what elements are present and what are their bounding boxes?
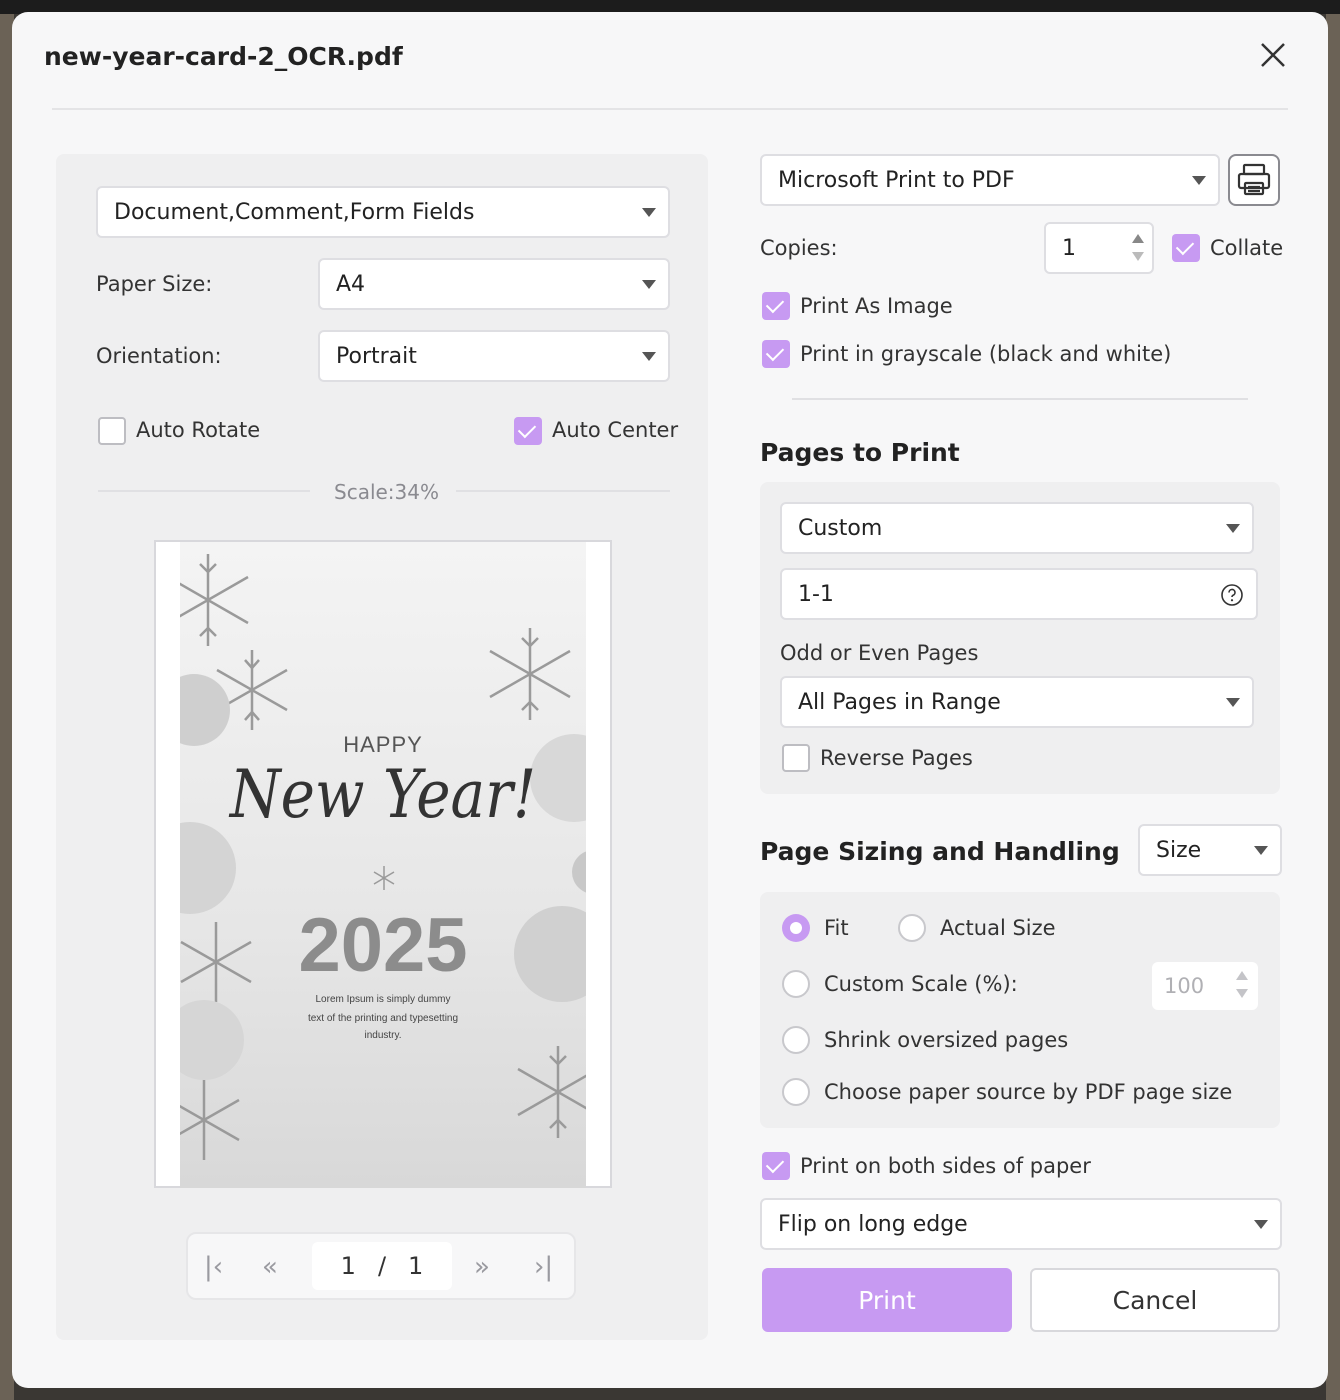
first-page-icon[interactable]: |‹	[204, 1252, 223, 1282]
chevron-down-icon	[1226, 524, 1240, 533]
actual-size-radio[interactable]	[898, 914, 926, 942]
orientation-value: Portrait	[336, 343, 417, 369]
next-page-icon[interactable]: »	[474, 1252, 490, 1282]
shrink-label: Shrink oversized pages	[824, 1028, 1069, 1052]
print-as-image-label: Print As Image	[800, 294, 953, 318]
cancel-button[interactable]: Cancel	[1030, 1268, 1280, 1332]
paper-size-label: Paper Size:	[96, 272, 213, 296]
page-range-input[interactable]: 1-1	[780, 568, 1258, 620]
printer-icon	[1237, 163, 1271, 196]
paper-source-radio[interactable]	[782, 1078, 810, 1106]
custom-scale-label: Custom Scale (%):	[824, 972, 1018, 996]
last-page-icon[interactable]: ›|	[534, 1252, 553, 1282]
page-navigator: |‹ « 1 / 1 » ›|	[186, 1232, 576, 1300]
page-number-input[interactable]: 1 / 1	[312, 1242, 452, 1290]
orientation-label: Orientation:	[96, 344, 222, 368]
printer-properties-button[interactable]	[1228, 154, 1280, 206]
window-backdrop-right	[1326, 14, 1340, 1400]
card-year-text: 2025	[298, 903, 468, 988]
scale-label: Scale:34%	[334, 480, 439, 504]
page-range-value: 1-1	[798, 581, 834, 607]
page-sizing-heading: Page Sizing and Handling	[760, 837, 1120, 866]
actual-size-label: Actual Size	[940, 916, 1056, 940]
options-divider	[792, 398, 1248, 400]
print-as-image-checkbox[interactable]	[762, 292, 790, 320]
chevron-down-icon	[1254, 846, 1268, 855]
auto-center-label: Auto Center	[552, 418, 679, 442]
sizing-mode-select[interactable]: Size	[1138, 824, 1282, 876]
paper-size-select[interactable]: A4	[318, 258, 670, 310]
close-icon[interactable]	[1256, 38, 1290, 72]
custom-scale-radio[interactable]	[782, 970, 810, 998]
duplex-label: Print on both sides of paper	[800, 1154, 1091, 1178]
duplex-checkbox[interactable]	[762, 1152, 790, 1180]
sizing-mode-value: Size	[1156, 837, 1202, 863]
card-new-year-text: New Year!	[229, 754, 537, 834]
duplex-mode-select[interactable]: Flip on long edge	[760, 1198, 1282, 1250]
auto-center-checkbox[interactable]	[514, 417, 542, 445]
paper-source-label: Choose paper source by PDF page size	[824, 1080, 1233, 1104]
previous-page-icon[interactable]: «	[262, 1252, 278, 1282]
chevron-down-icon	[642, 280, 656, 289]
page-range-mode-value: Custom	[798, 515, 883, 541]
print-button[interactable]: Print	[762, 1268, 1012, 1332]
shrink-radio[interactable]	[782, 1026, 810, 1054]
content-select-value: Document,Comment,Form Fields	[114, 199, 475, 225]
card-lorem-line-3: industry.	[364, 1030, 402, 1041]
paper-size-value: A4	[336, 271, 366, 297]
card-lorem-line-2: text of the printing and typesetting	[307, 1013, 459, 1024]
custom-scale-input[interactable]: 100	[1152, 962, 1258, 1010]
custom-scale-value: 100	[1164, 974, 1205, 998]
duplex-mode-value: Flip on long edge	[778, 1211, 968, 1237]
reverse-pages-checkbox[interactable]	[782, 744, 810, 772]
collate-checkbox[interactable]	[1172, 234, 1200, 262]
auto-rotate-label: Auto Rotate	[136, 418, 261, 442]
page-range-mode-select[interactable]: Custom	[780, 502, 1254, 554]
odd-even-value: All Pages in Range	[798, 689, 1001, 715]
copies-stepper[interactable]	[1132, 234, 1146, 264]
copies-input[interactable]: 1	[1044, 222, 1154, 274]
odd-even-label: Odd or Even Pages	[780, 641, 979, 665]
pages-to-print-heading: Pages to Print	[760, 438, 960, 467]
chevron-down-icon	[1254, 1220, 1268, 1229]
fit-radio[interactable]	[782, 914, 810, 942]
printer-value: Microsoft Print to PDF	[778, 167, 1015, 193]
chevron-down-icon	[642, 208, 656, 217]
copies-value: 1	[1062, 235, 1076, 261]
grayscale-checkbox[interactable]	[762, 340, 790, 368]
snowflake-ornament-graphics	[180, 554, 586, 1160]
auto-rotate-checkbox[interactable]	[98, 417, 126, 445]
odd-even-select[interactable]: All Pages in Range	[780, 676, 1254, 728]
content-select[interactable]: Document,Comment,Form Fields	[96, 186, 670, 238]
grayscale-label: Print in grayscale (black and white)	[800, 342, 1172, 366]
card-lorem-line-1: Lorem Ipsum is simply dummy	[315, 994, 451, 1005]
card-preview-image: HAPPY New Year! 2025 Lorem Ipsum is simp…	[180, 542, 586, 1188]
scale-divider-right	[456, 490, 670, 492]
orientation-select[interactable]: Portrait	[318, 330, 670, 382]
chevron-down-icon	[1226, 698, 1240, 707]
copies-label: Copies:	[760, 236, 838, 260]
print-dialog: new-year-card-2_OCR.pdf Document,Comment…	[12, 12, 1328, 1388]
page-preview: HAPPY New Year! 2025 Lorem Ipsum is simp…	[154, 540, 612, 1188]
header-divider	[52, 108, 1288, 110]
dialog-title: new-year-card-2_OCR.pdf	[44, 42, 403, 71]
reverse-pages-label: Reverse Pages	[820, 746, 973, 770]
chevron-down-icon	[1192, 176, 1206, 185]
total-pages: 1	[408, 1252, 424, 1280]
page-separator: /	[377, 1252, 387, 1280]
chevron-down-icon	[642, 352, 656, 361]
fit-label: Fit	[824, 916, 849, 940]
current-page: 1	[340, 1252, 356, 1280]
collate-label: Collate	[1210, 236, 1284, 260]
printer-select[interactable]: Microsoft Print to PDF	[760, 154, 1220, 206]
help-icon[interactable]	[1220, 583, 1244, 607]
custom-scale-stepper[interactable]	[1236, 971, 1250, 1001]
scale-divider-left	[98, 490, 310, 492]
